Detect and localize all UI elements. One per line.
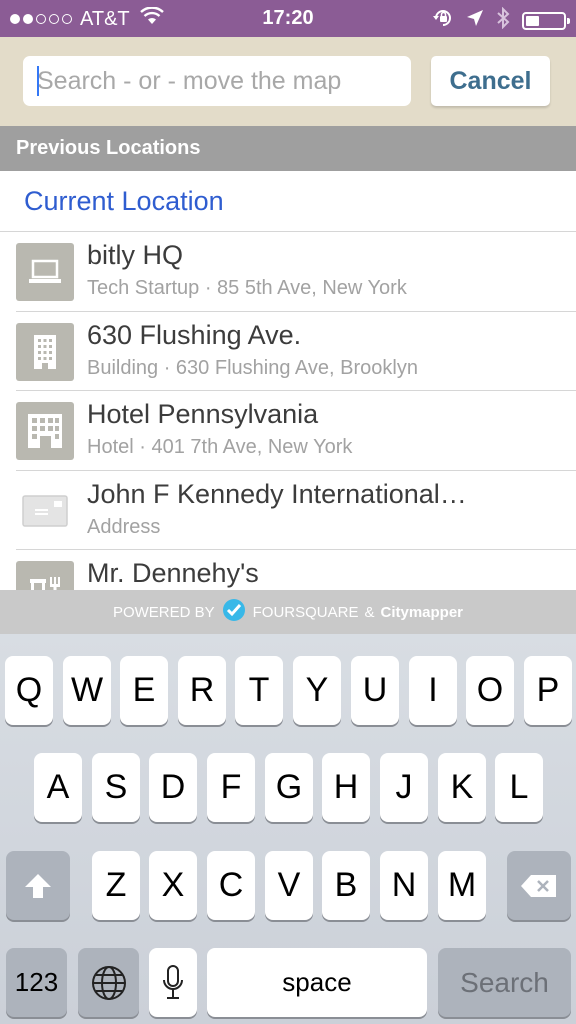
location-subtitle: Building · 630 Flushing Ave, Brooklyn (87, 356, 418, 379)
location-subtitle: Address (87, 515, 161, 538)
location-title: 630 Flushing Ave. (87, 319, 302, 350)
key-i[interactable]: I (409, 656, 457, 725)
key-v[interactable]: V (265, 851, 313, 920)
location-title: bitly HQ (87, 240, 184, 270)
location-arrow-icon (466, 9, 484, 33)
building-icon (16, 322, 74, 381)
cancel-button[interactable]: Cancel (431, 56, 550, 106)
keyboard: Q W E R T Y U I O P A S D F G H J K L Z … (0, 634, 576, 1024)
list-item[interactable]: Hotel Pennsylvania Hotel · 401 7th Ave, … (16, 391, 576, 471)
powered-by-brand-foursquare: FOURSQUARE (252, 603, 359, 621)
battery-icon (522, 12, 570, 30)
key-j[interactable]: J (380, 753, 428, 822)
list-item[interactable]: bitly HQ Tech Startup · 85 5th Ave, New … (16, 232, 576, 312)
location-title: Hotel Pennsylvania (87, 399, 319, 429)
space-key[interactable]: space (207, 948, 427, 1017)
key-c[interactable]: C (207, 851, 255, 920)
search-header: Cancel (0, 37, 576, 126)
key-w[interactable]: W (63, 656, 111, 725)
key-q[interactable]: Q (5, 656, 53, 725)
section-header-previous-locations: Previous Locations (0, 126, 576, 171)
shift-key[interactable] (6, 851, 70, 920)
location-title: Mr. Dennehy's (87, 558, 259, 588)
key-f[interactable]: F (207, 753, 255, 822)
current-location-button[interactable]: Current Location (0, 171, 576, 232)
laptop-icon (16, 243, 74, 301)
key-z[interactable]: Z (92, 851, 140, 920)
search-key[interactable]: Search (438, 948, 571, 1017)
microphone-icon (163, 964, 183, 999)
key-x[interactable]: X (149, 851, 197, 920)
hotel-icon (16, 402, 74, 460)
key-g[interactable]: G (265, 753, 313, 822)
key-p[interactable]: P (524, 656, 572, 725)
list-item[interactable]: John F Kennedy International… Address (16, 471, 576, 550)
key-o[interactable]: O (466, 656, 514, 725)
locations-list: bitly HQ Tech Startup · 85 5th Ave, New … (0, 232, 576, 590)
globe-key[interactable] (78, 948, 139, 1017)
key-s[interactable]: S (92, 753, 140, 822)
location-subtitle: Hotel · 401 7th Ave, New York (87, 436, 353, 458)
foursquare-logo-icon (221, 597, 247, 627)
key-m[interactable]: M (438, 851, 486, 920)
list-item[interactable]: 630 Flushing Ave. Building · 630 Flushin… (16, 312, 576, 391)
powered-by-brand-citymapper: Citymapper (380, 603, 464, 621)
key-l[interactable]: L (495, 753, 543, 822)
list-item[interactable]: Mr. Dennehy's (16, 550, 576, 590)
key-r[interactable]: R (178, 656, 226, 725)
status-bar: AT&T 17:20 (0, 0, 576, 37)
numbers-key[interactable]: 123 (6, 948, 67, 1017)
key-a[interactable]: A (34, 753, 82, 822)
globe-icon (91, 965, 126, 1000)
microphone-key[interactable] (149, 948, 197, 1017)
backspace-icon (521, 874, 556, 897)
delete-key[interactable] (507, 851, 571, 920)
location-title: John F Kennedy International… (87, 478, 467, 509)
shift-arrow-icon (25, 873, 51, 898)
key-b[interactable]: B (322, 851, 370, 920)
key-h[interactable]: H (322, 753, 370, 822)
bluetooth-icon (496, 6, 510, 35)
key-d[interactable]: D (149, 753, 197, 822)
location-subtitle: Tech Startup · 85 5th Ave, New York (87, 277, 407, 299)
powered-by-joiner: & (364, 603, 375, 621)
powered-by-bar: POWERED BY FOURSQUARE & Citymapper (0, 590, 576, 634)
search-input[interactable] (23, 56, 411, 106)
restaurant-icon (16, 561, 74, 590)
key-y[interactable]: Y (293, 656, 341, 725)
rotation-lock-icon (432, 7, 454, 35)
key-t[interactable]: T (235, 656, 283, 725)
search-box[interactable] (23, 56, 411, 106)
text-cursor (37, 66, 39, 96)
key-n[interactable]: N (380, 851, 428, 920)
key-e[interactable]: E (120, 656, 168, 725)
address-card-icon (16, 482, 74, 540)
powered-by-prefix: POWERED BY (112, 603, 215, 621)
key-k[interactable]: K (438, 753, 486, 822)
battery-level (526, 16, 539, 26)
key-u[interactable]: U (351, 656, 399, 725)
